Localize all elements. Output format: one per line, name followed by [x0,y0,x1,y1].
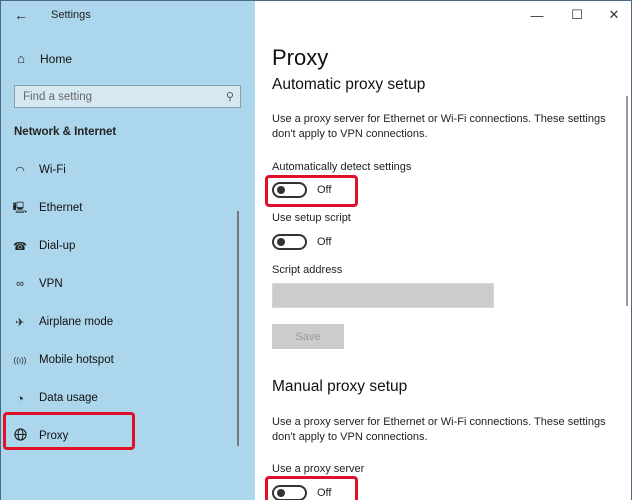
sidebar-item-label: Mobile hotspot [39,354,114,366]
maximize-icon: ☐ [571,7,583,22]
sidebar-item-label: Ethernet [39,202,83,214]
close-icon: ✕ [608,7,620,22]
search-box: ⚲ [14,85,241,108]
close-button[interactable]: ✕ [602,5,626,25]
sidebar-item-label: Proxy [39,430,69,442]
toggle-state: Off [317,236,332,248]
use-proxy-label: Use a proxy server [272,463,365,475]
use-proxy-toggle[interactable]: Off [272,485,331,500]
auto-detect-label: Automatically detect settings [272,161,412,173]
ethernet-icon: 🖳 [12,201,28,214]
section-heading: Network & Internet [14,126,117,138]
setup-script-toggle[interactable]: Off [272,234,331,250]
hotspot-icon: ((ı)) [13,355,27,365]
sidebar-item-mobile-hotspot[interactable]: ((ı)) Mobile hotspot [1,341,241,379]
globe-icon [12,428,28,444]
sidebar-item-label: Airplane mode [39,316,114,328]
home-label: Home [40,51,73,66]
toggle-switch[interactable] [272,485,307,500]
minimize-button[interactable]: — [525,5,549,25]
sidebar: ← Settings ⌂ Home ⚲ Network & Internet ◠… [1,1,255,500]
save-button[interactable]: Save [272,324,344,349]
sidebar-item-proxy[interactable]: Proxy [1,417,241,455]
settings-window: ← Settings ⌂ Home ⚲ Network & Internet ◠… [0,0,632,500]
sidebar-item-label: Dial-up [39,240,76,252]
home-icon: ⌂ [17,51,25,66]
toggle-state: Off [317,184,332,196]
toggle-switch[interactable] [272,182,307,198]
sidebar-item-ethernet[interactable]: 🖳 Ethernet [1,189,241,227]
setup-script-label: Use setup script [272,212,351,224]
sidebar-item-home[interactable]: ⌂ Home [13,51,72,66]
script-address-input[interactable] [272,283,494,308]
minimize-icon: — [530,7,544,23]
app-title: Settings [51,9,91,21]
toggle-knob [277,186,285,194]
manual-proxy-description: Use a proxy server for Ethernet or Wi-Fi… [272,416,606,443]
content-scrollbar[interactable] [626,96,628,306]
sidebar-item-dialup[interactable]: ☎ Dial-up [1,227,241,265]
toggle-knob [277,238,285,246]
vpn-icon: ∞ [16,278,24,290]
dialup-icon: ☎ [13,240,27,253]
auto-detect-toggle[interactable]: Off [272,182,331,198]
automatic-proxy-heading: Automatic proxy setup [272,76,426,93]
back-arrow-icon: ← [14,7,28,23]
sidebar-item-label: Data usage [39,392,98,404]
script-address-label: Script address [272,264,343,276]
data-usage-icon: ◔ [16,390,24,406]
sidebar-item-wifi[interactable]: ◠ Wi-Fi [1,151,241,189]
sidebar-scrollbar[interactable] [237,211,239,446]
sidebar-item-label: Wi-Fi [39,164,66,176]
sidebar-item-vpn[interactable]: ∞ VPN [1,265,241,303]
content-pane: — ☐ ✕ Proxy Automatic proxy setup Use a … [255,1,631,500]
toggle-knob [277,489,285,497]
page-title: Proxy [272,45,329,70]
maximize-button[interactable]: ☐ [565,5,589,25]
back-button[interactable]: ← [11,5,31,25]
sidebar-item-airplane-mode[interactable]: ✈ Airplane mode [1,303,241,341]
toggle-state: Off [317,487,332,499]
manual-proxy-heading: Manual proxy setup [272,378,408,395]
sidebar-item-label: VPN [39,278,63,290]
airplane-icon: ✈ [15,316,25,329]
automatic-proxy-description: Use a proxy server for Ethernet or Wi-Fi… [272,113,606,140]
sidebar-item-data-usage[interactable]: ◔ Data usage [1,379,241,417]
search-input[interactable] [15,90,220,103]
search-icon[interactable]: ⚲ [220,90,240,103]
wifi-icon: ◠ [15,164,25,177]
toggle-switch[interactable] [272,234,307,250]
